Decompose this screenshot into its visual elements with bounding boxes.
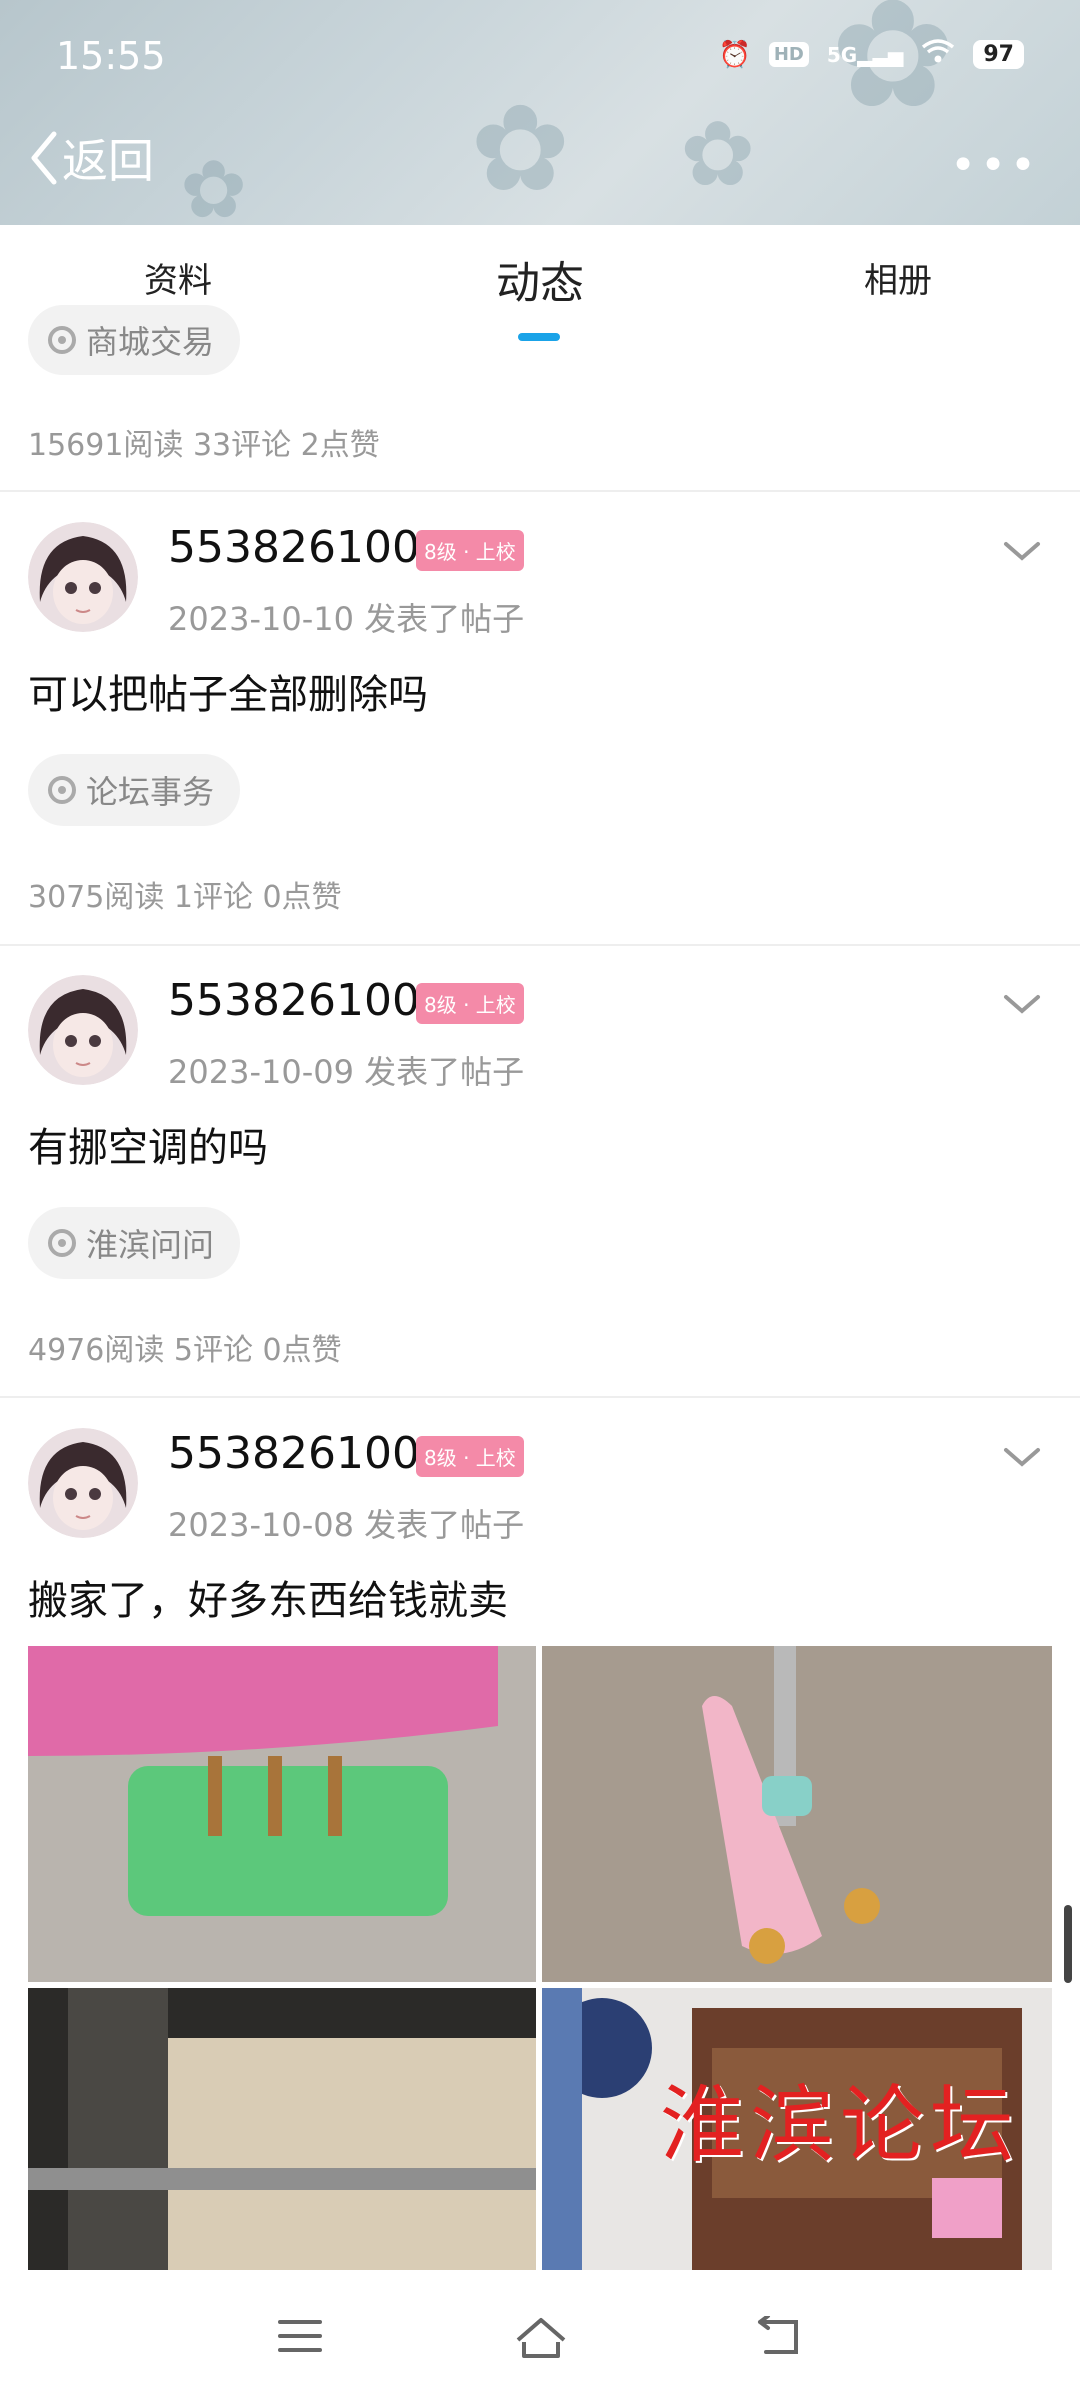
chevron-down-icon[interactable] xyxy=(1000,536,1044,566)
level-badge: 8级 · 上校 xyxy=(416,530,524,571)
status-icons: ⏰ HD 5G▂▃▅ 97 xyxy=(718,38,1024,71)
system-nav-bar xyxy=(0,2276,1080,2400)
avatar[interactable] xyxy=(28,975,138,1085)
post-photo[interactable] xyxy=(28,1646,536,1982)
back-label: 返回 xyxy=(62,134,154,188)
wifi-icon xyxy=(921,38,955,71)
chevron-down-icon[interactable] xyxy=(1000,1442,1044,1472)
username[interactable]: 553826100 xyxy=(168,522,420,573)
profile-header: ✿ ✿ ✿ ✿ 15:55 ⏰ HD 5G▂▃▅ 97 返回 ••• xyxy=(0,0,1080,225)
post-photo[interactable] xyxy=(542,1646,1052,1982)
signal-icon: 5G▂▃▅ xyxy=(826,42,904,67)
flower-decoration: ✿ xyxy=(180,143,248,226)
post-stats: 3075阅读 1评论 0点赞 xyxy=(28,880,342,915)
post-title[interactable]: 搬家了，好多东西给钱就卖 xyxy=(28,1568,508,1626)
post-meta: 2023-10-10 发表了帖子 xyxy=(168,594,524,640)
topic-label: 论坛事务 xyxy=(86,773,215,811)
post-meta: 2023-10-08 发表了帖子 xyxy=(168,1500,524,1546)
avatar[interactable] xyxy=(28,1428,138,1538)
post-photo[interactable] xyxy=(28,1988,536,2270)
chevron-down-icon[interactable] xyxy=(1000,989,1044,1019)
tab-activity[interactable]: 动态 xyxy=(496,247,584,311)
post-action: 发表了帖子 xyxy=(364,1506,525,1544)
tab-album[interactable]: 相册 xyxy=(864,253,932,302)
level-badge: 8级 · 上校 xyxy=(416,983,524,1024)
post-card[interactable]: 553826100 8级 · 上校 2023-10-10 发表了帖子 可以把帖子… xyxy=(0,492,1080,942)
username[interactable]: 553826100 xyxy=(168,1428,420,1479)
post-card[interactable]: 553826100 8级 · 上校 2023-10-09 发表了帖子 有挪空调的… xyxy=(0,945,1080,1395)
post-stats: 15691阅读 33评论 2点赞 xyxy=(28,428,380,463)
active-tab-indicator xyxy=(518,333,560,341)
flower-decoration: ✿ xyxy=(470,80,571,219)
post-stats: 4976阅读 5评论 0点赞 xyxy=(28,1333,342,1368)
tab-profile[interactable]: 资料 xyxy=(144,253,212,302)
battery-indicator: 97 xyxy=(973,40,1024,69)
chevron-left-icon xyxy=(31,131,57,185)
post-photo[interactable]: 淮滨论坛 xyxy=(542,1988,1052,2270)
home-icon[interactable] xyxy=(514,2316,568,2360)
topic-icon xyxy=(48,326,76,354)
forum-watermark: 淮滨论坛 xyxy=(660,2076,1021,2174)
menu-icon[interactable] xyxy=(276,2316,324,2356)
topic-chip[interactable]: 论坛事务 xyxy=(28,754,241,826)
post-date: 2023-10-08 xyxy=(168,1506,354,1544)
topic-label: 商城交易 xyxy=(86,323,215,361)
hd-badge: HD xyxy=(768,42,809,67)
topic-icon xyxy=(48,1229,76,1257)
post-card[interactable]: 553826100 8级 · 上校 2023-10-08 发表了帖子 搬家了，好… xyxy=(0,1398,1080,2278)
flower-decoration: ✿ xyxy=(680,102,756,207)
topic-chip[interactable]: 商城交易 xyxy=(28,305,241,375)
topic-icon xyxy=(48,776,76,804)
post-action: 发表了帖子 xyxy=(364,1053,525,1091)
post-title[interactable]: 可以把帖子全部删除吗 xyxy=(28,662,428,720)
username[interactable]: 553826100 xyxy=(168,975,420,1026)
post-date: 2023-10-10 xyxy=(168,600,354,638)
scrollbar[interactable] xyxy=(1064,1905,1072,1983)
post-meta: 2023-10-09 发表了帖子 xyxy=(168,1047,524,1093)
post-action: 发表了帖子 xyxy=(364,600,525,638)
back-button[interactable]: 返回 xyxy=(26,125,154,191)
avatar[interactable] xyxy=(28,522,138,632)
topic-label: 淮滨问问 xyxy=(86,1226,215,1264)
post-date: 2023-10-09 xyxy=(168,1053,354,1091)
status-time: 15:55 xyxy=(56,34,166,78)
back-nav-icon[interactable] xyxy=(756,2316,804,2356)
more-options-icon[interactable]: ••• xyxy=(950,140,1040,191)
level-badge: 8级 · 上校 xyxy=(416,1436,524,1477)
alarm-icon: ⏰ xyxy=(718,39,751,70)
topic-chip[interactable]: 淮滨问问 xyxy=(28,1207,241,1279)
post-title[interactable]: 有挪空调的吗 xyxy=(28,1115,268,1173)
